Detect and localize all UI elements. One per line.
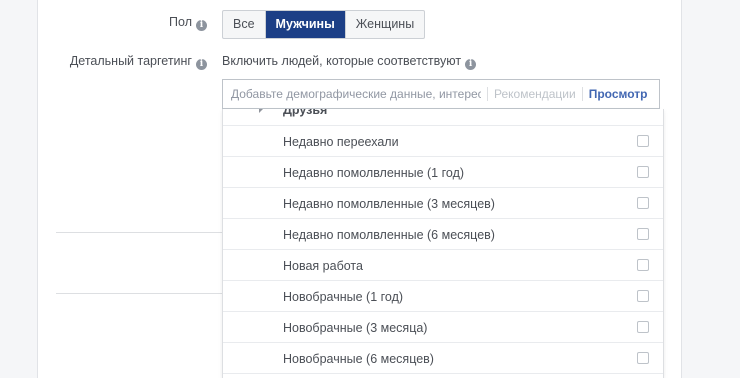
detailed-targeting-label-row: Детальный таргетинг i — [70, 54, 207, 70]
include-people-text: Включить людей, которые соответствуют — [222, 54, 462, 68]
info-icon[interactable]: i — [196, 59, 207, 70]
right-background — [681, 0, 740, 378]
detailed-targeting-label: Детальный таргетинг — [69, 54, 192, 68]
info-icon[interactable]: i — [196, 20, 207, 31]
list-item-label: Недавно помолвленные (3 месяцев) — [283, 197, 495, 211]
gender-label: Пол — [169, 15, 192, 29]
checkbox-icon[interactable] — [637, 352, 649, 364]
checkbox-icon[interactable] — [637, 259, 649, 271]
list-item-label: Новая работа — [283, 259, 363, 273]
list-item[interactable]: Новобрачные (3 месяца) — [223, 312, 663, 343]
section-divider — [56, 293, 222, 294]
checkbox-icon[interactable] — [637, 135, 649, 147]
browse-button[interactable]: Просмотр — [589, 87, 648, 101]
list-item-label: Недавно переехали — [283, 135, 399, 149]
search-divider — [487, 87, 488, 101]
checkbox-icon[interactable] — [637, 290, 649, 302]
gender-label-row: Пол i — [169, 15, 207, 31]
list-item[interactable]: Недавно помолвленные (6 месяцев) — [223, 219, 663, 250]
gender-all-button[interactable]: Все — [223, 11, 266, 38]
checkbox-icon[interactable] — [637, 321, 649, 333]
list-item[interactable]: Новая работа — [223, 250, 663, 281]
list-item-label: Новобрачные (1 год) — [283, 290, 404, 304]
targeting-search-box: Рекомендации Просмотр — [222, 79, 660, 109]
checkbox-icon[interactable] — [637, 197, 649, 209]
list-item[interactable]: Недавно помолвленные (1 год) — [223, 157, 663, 188]
list-item-label: Новобрачные (3 месяца) — [283, 321, 428, 335]
left-background — [0, 0, 37, 378]
list-item[interactable]: Новобрачные (1 год) — [223, 281, 663, 312]
checkbox-icon[interactable] — [637, 166, 649, 178]
list-item-label: Недавно помолвленные (6 месяцев) — [283, 228, 495, 242]
info-icon[interactable]: i — [465, 59, 477, 70]
gender-selector: Все Мужчины Женщины — [222, 10, 426, 39]
list-item-label: Недавно помолвленные (1 год) — [283, 166, 465, 180]
list-item[interactable]: Новобрачные (6 месяцев) — [223, 343, 663, 374]
list-item-label: Новобрачные (6 месяцев) — [283, 352, 434, 366]
targeting-search-input[interactable] — [223, 87, 481, 101]
category-row-friends[interactable]: Друзья — [223, 109, 663, 126]
category-label: Друзья — [283, 109, 328, 117]
recommendations-button[interactable]: Рекомендации — [494, 87, 576, 101]
targeting-dropdown: Друзья Недавно переехали Недавно помолвл… — [222, 109, 664, 378]
dropdown-list: Недавно переехали Недавно помолвленные (… — [223, 126, 663, 374]
gender-female-button[interactable]: Женщины — [346, 11, 424, 38]
chevron-right-icon[interactable] — [259, 109, 263, 113]
gender-male-button[interactable]: Мужчины — [265, 11, 346, 38]
checkbox-icon[interactable] — [637, 228, 649, 240]
list-item[interactable]: Недавно переехали — [223, 126, 663, 157]
section-divider — [56, 232, 222, 233]
include-people-heading: Включить людей, которые соответствуют i — [222, 54, 477, 70]
search-divider — [581, 87, 583, 101]
list-item[interactable]: Недавно помолвленные (3 месяцев) — [223, 188, 663, 219]
